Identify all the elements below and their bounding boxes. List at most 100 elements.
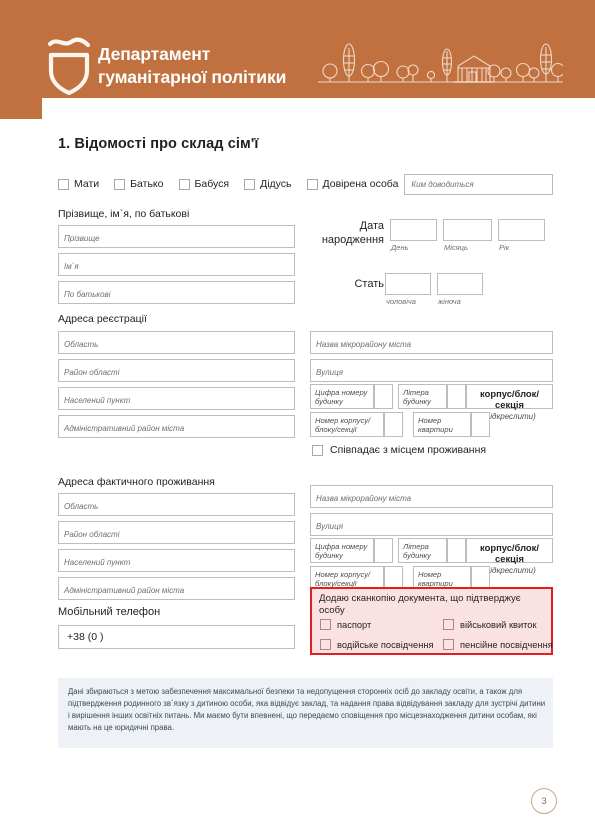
caption-birth-day: День — [391, 243, 409, 252]
checkbox-role-trusted-person[interactable]: Довірена особа — [306, 178, 399, 190]
caption-gender-female: жіноча — [438, 297, 461, 306]
label-act-house-digit-text: Цифра номеру будинку — [315, 542, 368, 561]
input-firstname-placeholder: Ім`я — [64, 262, 79, 272]
relation-input-placeholder: Ким доводиться — [411, 179, 474, 189]
checkbox-doc-military-id[interactable]: військовий квиток — [443, 619, 537, 630]
input-reg-block-number[interactable] — [384, 412, 403, 437]
input-act-city-district-placeholder: Адміністративний район міста — [64, 586, 185, 596]
checkbox-role-grandfather[interactable]: Дідусь — [244, 178, 292, 190]
checkbox-doc-passport-label: паспорт — [337, 619, 372, 630]
input-birth-day[interactable] — [390, 219, 437, 241]
documents-scan-box: Додаю сканкопію документа, що підтверджу… — [310, 587, 553, 655]
privacy-note: Дані збираються з метою забезпечення мак… — [58, 678, 553, 748]
input-patronymic[interactable]: По батькові — [58, 281, 295, 304]
input-reg-region[interactable]: Область — [58, 331, 295, 354]
input-act-street[interactable]: Вулиця — [310, 513, 553, 536]
gender-label: Стать — [354, 278, 384, 290]
input-reg-flat-number[interactable] — [471, 412, 490, 437]
input-act-district[interactable]: Район області — [58, 521, 295, 544]
caption-birth-year: Рік — [499, 243, 510, 252]
label-act-house-digit: Цифра номеру будинку — [310, 538, 374, 563]
input-phone-value: +38 (0 ) — [67, 631, 104, 643]
input-gender-male[interactable] — [385, 273, 431, 295]
input-reg-settlement[interactable]: Населений пункт — [58, 387, 295, 410]
role-label: Дідусь — [260, 178, 292, 190]
label-reg-block-number-text: Номер корпусу/ блоку/секції — [315, 416, 371, 435]
privacy-note-text: Дані збираються з метою забезпечення мак… — [68, 687, 546, 732]
label-reg-house-letter: Літера будинку — [398, 384, 447, 409]
checkbox-role-father[interactable]: Батько — [114, 178, 164, 190]
input-reg-city-district-placeholder: Адміністративний район міста — [64, 424, 185, 434]
input-phone[interactable]: +38 (0 ) — [58, 625, 295, 649]
role-label: Бабуся — [194, 178, 230, 190]
label-act-section-text: корпус/блок/секція — [480, 542, 539, 565]
input-reg-city-district[interactable]: Адміністративний район міста — [58, 415, 295, 438]
role-label: Батько — [130, 178, 164, 190]
label-reg-section-text: корпус/блок/секція — [480, 388, 539, 411]
checkbox-box-icon[interactable] — [443, 619, 454, 630]
role-label: Мати — [74, 178, 100, 190]
input-patronymic-placeholder: По батькові — [64, 290, 111, 300]
checkbox-box-icon[interactable] — [244, 178, 256, 190]
input-act-street-placeholder: Вулиця — [316, 522, 343, 532]
checkbox-box-icon[interactable] — [443, 639, 454, 650]
label-act-house-letter-text: Літера будинку — [403, 542, 431, 561]
label-reg-house-digit-text: Цифра номеру будинку — [315, 388, 368, 407]
input-reg-street[interactable]: Вулиця — [310, 359, 553, 382]
checkbox-same-as-living[interactable]: Співпадає з місцем проживання — [312, 444, 486, 456]
checkbox-role-grandmother[interactable]: Бабуся — [178, 178, 230, 190]
input-birth-month[interactable] — [443, 219, 492, 241]
input-act-region[interactable]: Область — [58, 493, 295, 516]
input-act-region-placeholder: Область — [64, 502, 99, 512]
checkbox-box-icon[interactable] — [178, 178, 190, 190]
input-act-house-letter[interactable] — [447, 538, 466, 563]
label-act-house-letter: Літера будинку — [398, 538, 447, 563]
input-reg-house-digit[interactable] — [374, 384, 393, 409]
label-act-section[interactable]: корпус/блок/секція (підкреслити) — [466, 538, 553, 575]
checkbox-box-icon[interactable] — [320, 639, 331, 650]
checkbox-doc-driver-license[interactable]: водійське посвідчення — [320, 639, 434, 650]
label-reg-section[interactable]: корпус/блок/секція (підкреслити) — [466, 384, 553, 421]
label-reg-house-letter-text: Літера будинку — [403, 388, 431, 407]
form-page: 1. Відомості про склад сім'ї Мати Батько… — [0, 119, 595, 833]
input-act-microdistrict-placeholder: Назва мікрорайону міста — [316, 494, 412, 504]
label-reg-block-number: Номер корпусу/ блоку/секції — [310, 412, 384, 437]
checkbox-box-icon[interactable] — [306, 178, 318, 190]
input-reg-region-placeholder: Область — [64, 340, 99, 350]
input-act-settlement[interactable]: Населений пункт — [58, 549, 295, 572]
input-reg-district[interactable]: Район області — [58, 359, 295, 382]
brand-title: Департамент гуманітарної політики — [98, 44, 287, 88]
page-number-badge: 3 — [531, 788, 557, 814]
input-birth-year[interactable] — [498, 219, 545, 241]
label-act-block-number-text: Номер корпусу/ блоку/секції — [315, 570, 371, 589]
checkbox-doc-passport[interactable]: паспорт — [320, 619, 371, 630]
checkbox-doc-military-id-label: військовий квиток — [460, 619, 537, 630]
checkbox-doc-pension-id[interactable]: пенсійне посвідчення — [443, 639, 553, 650]
input-act-city-district[interactable]: Адміністративний район міста — [58, 577, 295, 600]
page-title: 1. Відомості про склад сім'ї — [58, 136, 259, 152]
input-act-district-placeholder: Район області — [64, 530, 120, 540]
input-act-microdistrict[interactable]: Назва мікрорайону міста — [310, 485, 553, 508]
checkbox-box-icon[interactable] — [312, 444, 323, 456]
relation-input[interactable]: Ким доводиться — [404, 173, 553, 195]
input-gender-female[interactable] — [437, 273, 483, 295]
input-reg-microdistrict[interactable]: Назва мікрорайону міста — [310, 331, 553, 354]
input-act-house-digit[interactable] — [374, 538, 393, 563]
checkbox-doc-pension-id-label: пенсійне посвідчення — [460, 639, 553, 650]
input-reg-settlement-placeholder: Населений пункт — [64, 396, 131, 406]
checkbox-box-icon[interactable] — [58, 178, 69, 190]
input-surname-placeholder: Прізвище — [64, 234, 100, 244]
input-reg-microdistrict-placeholder: Назва мікрорайону міста — [316, 340, 412, 350]
checkbox-role-mother[interactable]: Мати — [58, 178, 99, 190]
role-label: Довірена особа — [322, 178, 399, 190]
city-skyline-illustration — [318, 38, 566, 90]
role-checkbox-row: Мати Батько Бабуся Дідусь Довірена особа… — [58, 173, 553, 195]
input-firstname[interactable]: Ім`я — [58, 253, 295, 276]
input-reg-house-letter[interactable] — [447, 384, 466, 409]
label-reg-flat-number-text: Номер квартири — [418, 416, 453, 435]
checkbox-box-icon[interactable] — [114, 178, 126, 190]
input-surname[interactable]: Прізвище — [58, 225, 295, 248]
fullname-label: Прізвище, ім`я, по батькові — [58, 208, 190, 220]
checkbox-box-icon[interactable] — [320, 619, 331, 630]
registration-address-label: Адреса реєстрації — [58, 313, 147, 325]
